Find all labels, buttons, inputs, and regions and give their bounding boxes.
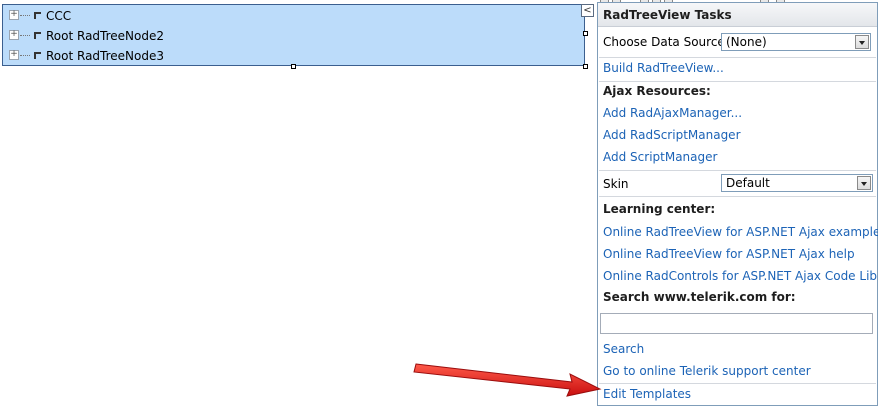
node-checkbox-icon[interactable] <box>34 32 41 39</box>
dropdown-arrow-icon[interactable] <box>855 35 869 49</box>
skin-label: Skin <box>603 177 629 191</box>
smart-tag-chevron-icon[interactable]: < <box>581 4 594 17</box>
panel-header: RadTreeView Tasks <box>598 3 877 27</box>
annotation-arrow-icon <box>413 363 602 397</box>
build-radtreeview-link[interactable]: Build RadTreeView... <box>603 61 724 75</box>
dropdown-arrow-icon[interactable] <box>857 176 871 190</box>
resize-grip-bottom-right[interactable] <box>583 64 588 69</box>
divider <box>599 81 876 82</box>
data-source-value: (None) <box>726 35 767 49</box>
expand-icon[interactable]: + <box>9 50 19 60</box>
add-scriptmanager-link[interactable]: Add ScriptManager <box>603 150 717 164</box>
add-radscriptmanager-link[interactable]: Add RadScriptManager <box>603 128 741 142</box>
tree-node-label: Root RadTreeNode3 <box>46 49 165 63</box>
divider <box>599 170 876 171</box>
skin-value: Default <box>726 176 770 190</box>
search-input[interactable] <box>600 313 873 334</box>
expand-icon[interactable]: + <box>9 10 19 20</box>
tree-node-label: CCC <box>46 9 72 23</box>
support-center-link[interactable]: Go to online Telerik support center <box>603 364 811 378</box>
data-source-label: Choose Data Source: <box>603 35 729 49</box>
node-checkbox-icon[interactable] <box>34 12 41 19</box>
search-heading: Search www.telerik.com for: <box>603 290 796 304</box>
edit-templates-link[interactable]: Edit Templates <box>603 387 691 401</box>
skin-select[interactable]: Default <box>721 174 873 192</box>
divider <box>599 196 876 197</box>
data-source-select[interactable]: (None) <box>721 33 871 51</box>
tree-line <box>20 55 30 56</box>
divider <box>599 57 876 58</box>
add-radajaxmanager-link[interactable]: Add RadAjaxManager... <box>603 106 742 120</box>
ajax-resources-heading: Ajax Resources: <box>603 84 711 98</box>
search-link[interactable]: Search <box>603 342 644 356</box>
node-checkbox-icon[interactable] <box>34 52 41 59</box>
tree-line <box>20 35 30 36</box>
learning-center-heading: Learning center: <box>603 202 716 216</box>
tasks-panel: RadTreeView Tasks Choose Data Source: (N… <box>597 2 878 406</box>
divider <box>599 383 876 384</box>
code-library-link[interactable]: Online RadControls for ASP.NET Ajax Code… <box>603 269 878 283</box>
resize-grip-bottom[interactable] <box>291 64 296 69</box>
tree-line <box>20 15 30 16</box>
expand-icon[interactable]: + <box>9 30 19 40</box>
tree-node-label: Root RadTreeNode2 <box>46 29 165 43</box>
radtreeview-control[interactable]: + CCC + Root RadTreeNode2 + Root RadTree… <box>2 4 585 66</box>
resize-grip-right[interactable] <box>583 31 588 36</box>
treeview-help-link[interactable]: Online RadTreeView for ASP.NET Ajax help <box>603 247 855 261</box>
treeview-examples-link[interactable]: Online RadTreeView for ASP.NET Ajax exam… <box>603 225 878 239</box>
panel-title: RadTreeView Tasks <box>603 8 732 22</box>
